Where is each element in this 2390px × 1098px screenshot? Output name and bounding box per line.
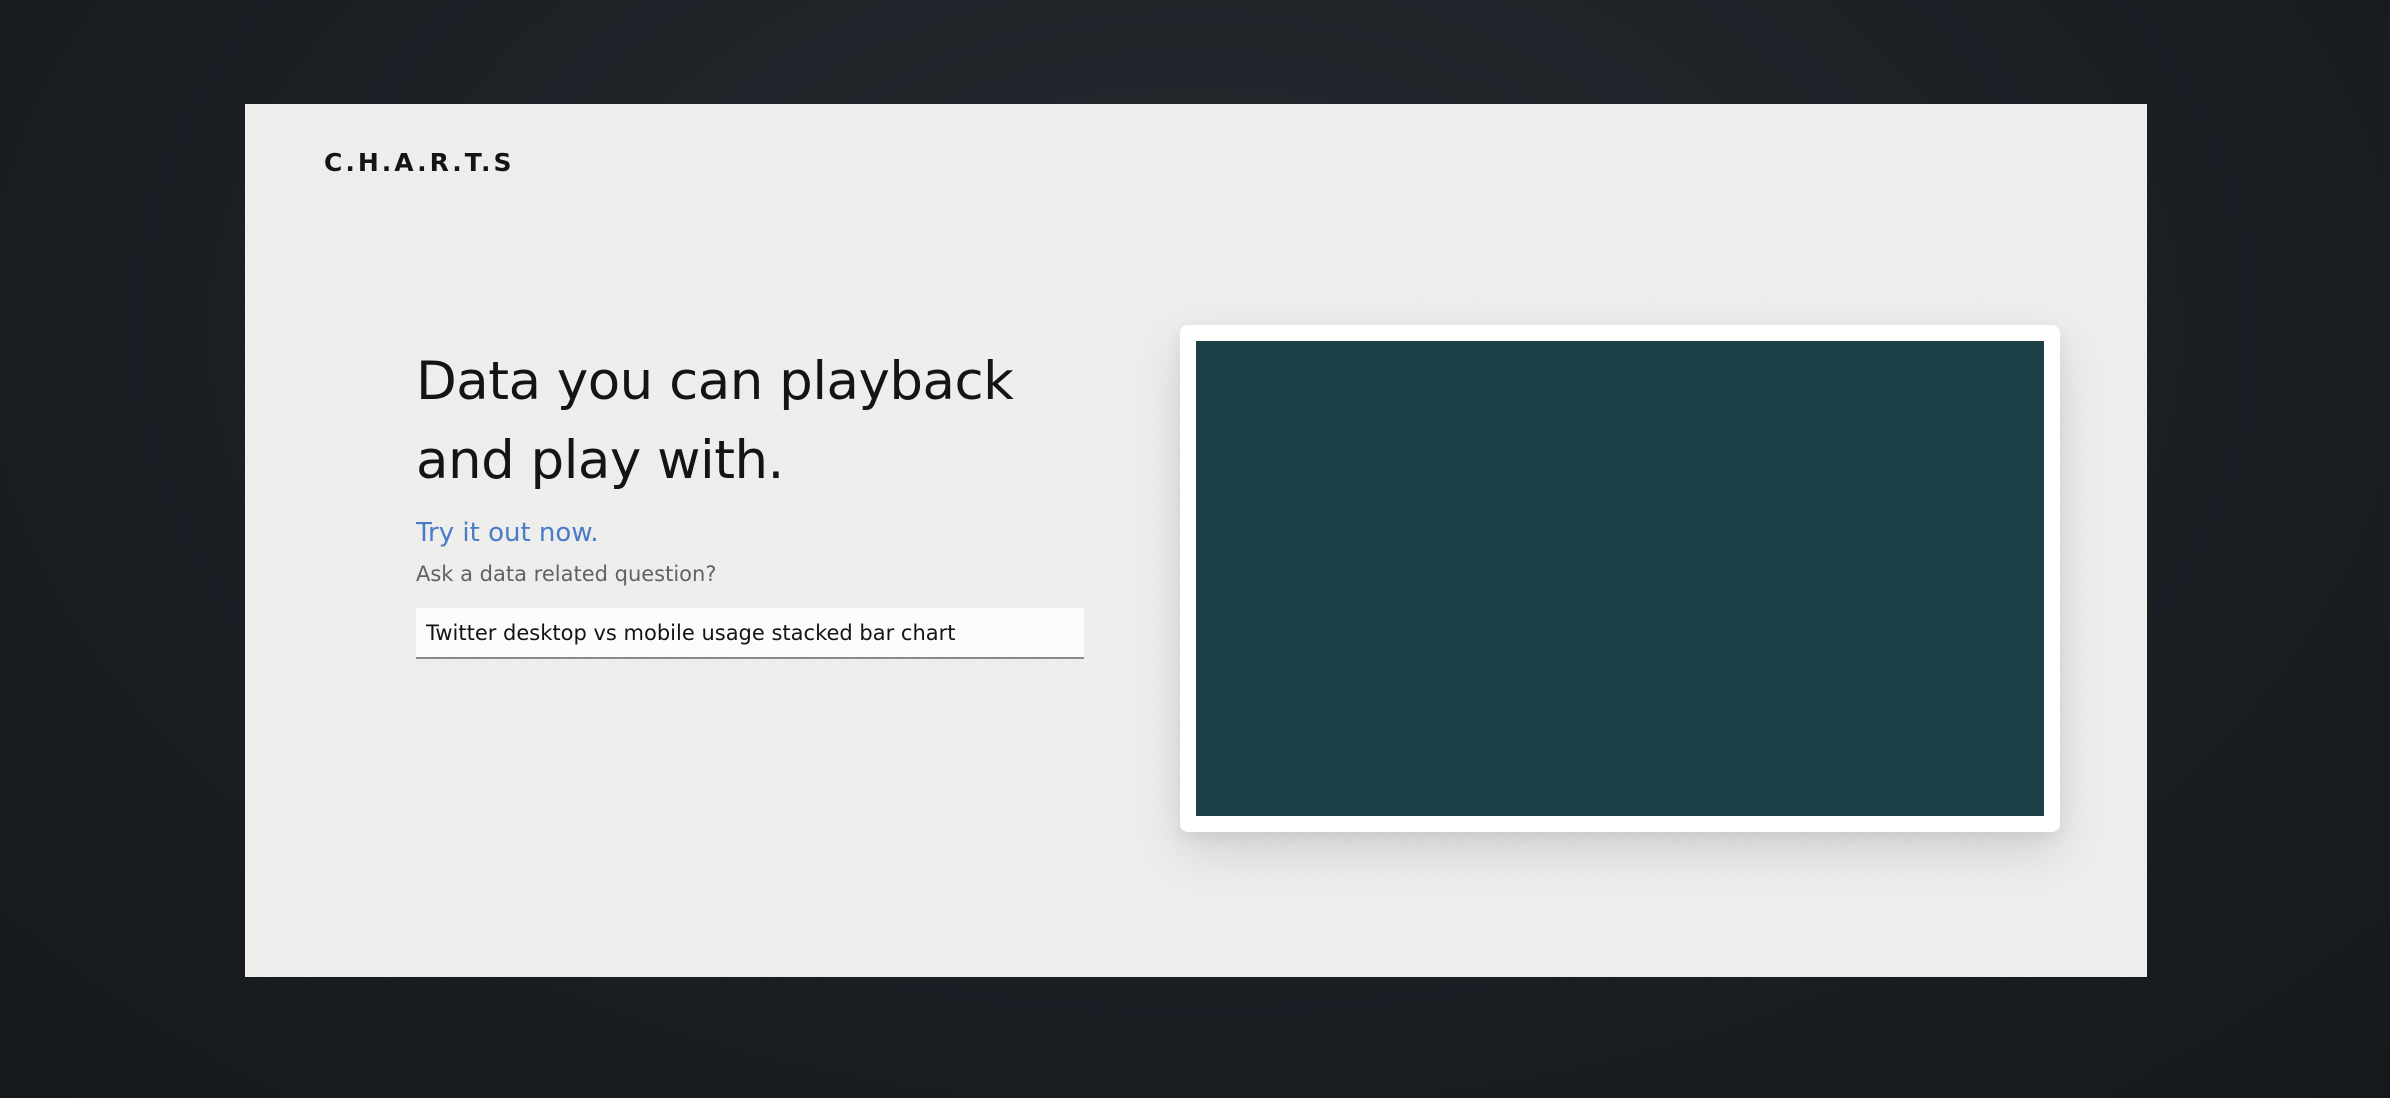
landing-card: C.H.A.R.T.S Data you can playback and pl… <box>245 104 2147 977</box>
try-it-link[interactable]: Try it out now. <box>416 518 598 548</box>
hero-section: Data you can playback and play with. Try… <box>416 342 1096 659</box>
chart-preview-frame <box>1180 325 2060 832</box>
question-label: Ask a data related question? <box>416 562 717 586</box>
chart-preview-canvas[interactable] <box>1196 341 2044 816</box>
page-title: Data you can playback and play with. <box>416 342 1096 500</box>
query-input[interactable] <box>416 608 1084 657</box>
headline-line-2: and play with. <box>416 430 784 491</box>
brand-logo[interactable]: C.H.A.R.T.S <box>324 148 515 177</box>
headline-line-1: Data you can playback <box>416 351 1014 412</box>
query-field-wrapper <box>416 608 1084 659</box>
